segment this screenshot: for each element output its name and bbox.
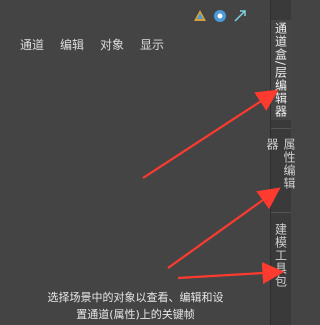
empty-state-hint: 选择场景中的对象以查看、编辑和设 置通道(属性)上的关键帧 (0, 289, 271, 323)
menu-edit[interactable]: 编辑 (60, 36, 84, 53)
tab-modeling-toolkit[interactable]: 建模工具包 (271, 220, 291, 290)
tab-separator (271, 212, 291, 213)
hint-line-1: 选择场景中的对象以查看、编辑和设 (47, 291, 224, 304)
side-tab-strip: 通道盒/层编辑器 属性编辑器 建模工具包 (265, 0, 296, 325)
hint-line-2: 置通道(属性)上的关键帧 (76, 308, 195, 321)
tab-channel-box-label: 通道盒/层编辑器 (273, 21, 288, 119)
tab-attribute-editor[interactable]: 属性编辑器 (265, 138, 296, 202)
panel-icons (193, 8, 247, 22)
menu-bar: 通道 编辑 对象 显示 (20, 36, 164, 53)
menu-channels[interactable]: 通道 (20, 36, 44, 53)
menu-show[interactable]: 显示 (140, 36, 164, 53)
float-window-icon[interactable] (233, 8, 247, 22)
channel-box-panel: 通道 编辑 对象 显示 选择场景中的对象以查看、编辑和设 置通道(属性)上的关键… (0, 0, 271, 325)
tab-channel-box-layer-editor[interactable]: 通道盒/层编辑器 (271, 20, 291, 120)
tab-modeling-toolkit-label: 建模工具包 (273, 222, 288, 288)
menu-object[interactable]: 对象 (100, 36, 124, 53)
tab-separator (271, 128, 291, 129)
settings-circle-icon[interactable] (213, 8, 227, 22)
tab-attribute-editor-label: 属性编辑器 (265, 138, 296, 190)
modeling-icon[interactable] (193, 8, 207, 22)
